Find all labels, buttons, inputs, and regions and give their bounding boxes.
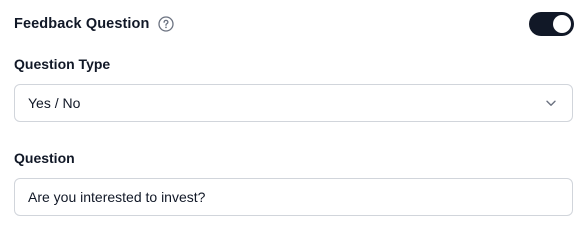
- feedback-question-panel: Feedback Question Question Type Yes / No…: [0, 0, 585, 233]
- question-type-select[interactable]: Yes / No: [14, 84, 573, 122]
- question-type-label: Question Type: [14, 56, 111, 72]
- chevron-down-icon: [544, 96, 558, 110]
- header-left: Feedback Question: [14, 16, 175, 32]
- help-circle-icon[interactable]: [158, 16, 175, 32]
- toggle-knob: [553, 15, 571, 33]
- feedback-question-header: Feedback Question: [14, 10, 574, 38]
- feedback-question-toggle[interactable]: [529, 12, 574, 36]
- question-type-selected-value: Yes / No: [28, 95, 81, 111]
- question-input[interactable]: Are you interested to invest?: [14, 178, 573, 216]
- feedback-question-title: Feedback Question: [14, 16, 150, 32]
- question-label: Question: [14, 150, 75, 166]
